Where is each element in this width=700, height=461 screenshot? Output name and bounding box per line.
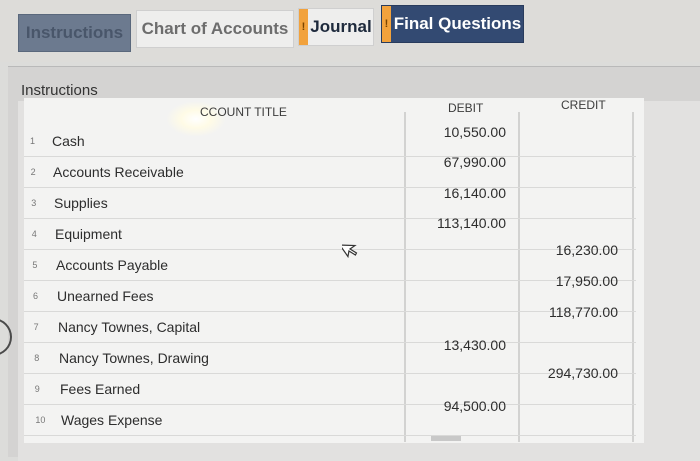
table-row: 7 Nancy Townes, Capital 118,770.00 — [24, 304, 636, 343]
account-title-cell[interactable]: Nancy Townes, Drawing — [59, 350, 209, 366]
debit-cell[interactable]: 10,550.00 — [406, 124, 506, 140]
credit-cell[interactable]: 17,950.00 — [518, 273, 618, 289]
tab-journal-label: Journal — [310, 17, 372, 36]
account-title-cell[interactable]: Wages Expense — [61, 412, 162, 428]
table-row: 10 Wages Expense 94,500.00 — [24, 398, 636, 436]
debit-cell[interactable]: 16,140.00 — [406, 185, 506, 201]
account-title-cell[interactable]: Accounts Payable — [56, 257, 168, 273]
table-row: 3 Supplies 16,140.00 — [24, 185, 636, 219]
credit-cell[interactable]: 16,230.00 — [518, 242, 618, 258]
header-debit: DEBIT — [448, 101, 484, 115]
scrollbar-handle[interactable] — [431, 436, 461, 441]
credit-cell[interactable]: 118,770.00 — [518, 304, 618, 320]
debit-cell[interactable]: 13,430.00 — [406, 337, 506, 353]
account-title-cell[interactable]: Equipment — [55, 226, 122, 242]
row-divider — [24, 435, 636, 436]
account-title-cell[interactable]: Fees Earned — [60, 381, 140, 397]
debit-cell[interactable]: 94,500.00 — [406, 398, 506, 414]
header-account-title: CCOUNT TITLE — [200, 105, 287, 119]
account-title-cell[interactable]: Nancy Townes, Capital — [58, 319, 200, 335]
tab-instructions[interactable]: Instructions — [18, 14, 131, 52]
tab-final-questions[interactable]: ! Final Questions — [381, 5, 524, 43]
mouse-cursor-icon — [342, 244, 358, 259]
panel-title: Instructions — [21, 82, 98, 99]
tab-final-questions-label: Final Questions — [393, 14, 522, 33]
row-number: 7 — [33, 322, 39, 332]
warning-icon: ! — [299, 9, 308, 45]
row-number: 5 — [32, 260, 38, 270]
debit-cell[interactable]: 67,990.00 — [406, 154, 506, 170]
tab-chart-of-accounts[interactable]: Chart of Accounts — [136, 10, 294, 48]
account-title-cell[interactable]: Accounts Receivable — [53, 164, 184, 180]
row-number: 6 — [33, 291, 39, 301]
row-number: 1 — [30, 136, 36, 146]
tab-instructions-label: Instructions — [25, 23, 124, 42]
tab-journal[interactable]: ! Journal — [298, 8, 374, 46]
table-row: 1 Cash 10,550.00 — [24, 124, 636, 157]
table-row: 9 Fees Earned 294,730.00 — [24, 365, 636, 405]
tab-bar: Instructions Chart of Accounts ! Journal… — [0, 0, 700, 62]
tab-chart-of-accounts-label: Chart of Accounts — [141, 19, 289, 38]
table-row: 2 Accounts Receivable 67,990.00 — [24, 154, 636, 188]
account-title-cell[interactable]: Cash — [52, 133, 85, 149]
row-number: 10 — [35, 415, 46, 425]
row-number: 9 — [34, 384, 40, 394]
account-title-cell[interactable]: Supplies — [54, 195, 108, 211]
header-credit: CREDIT — [561, 98, 606, 112]
account-title-cell[interactable]: Unearned Fees — [57, 288, 154, 304]
warning-icon: ! — [382, 6, 391, 42]
row-number: 8 — [34, 353, 40, 363]
debit-cell[interactable]: 113,140.00 — [406, 215, 506, 231]
credit-cell[interactable]: 294,730.00 — [518, 365, 618, 381]
row-number: 3 — [31, 198, 37, 208]
table-header: CCOUNT TITLE DEBIT CREDIT — [24, 98, 644, 126]
trial-balance-table: CCOUNT TITLE DEBIT CREDIT 1 Cash 10,550.00… — [24, 98, 644, 443]
row-number: 4 — [31, 229, 37, 239]
row-number: 2 — [30, 167, 36, 177]
